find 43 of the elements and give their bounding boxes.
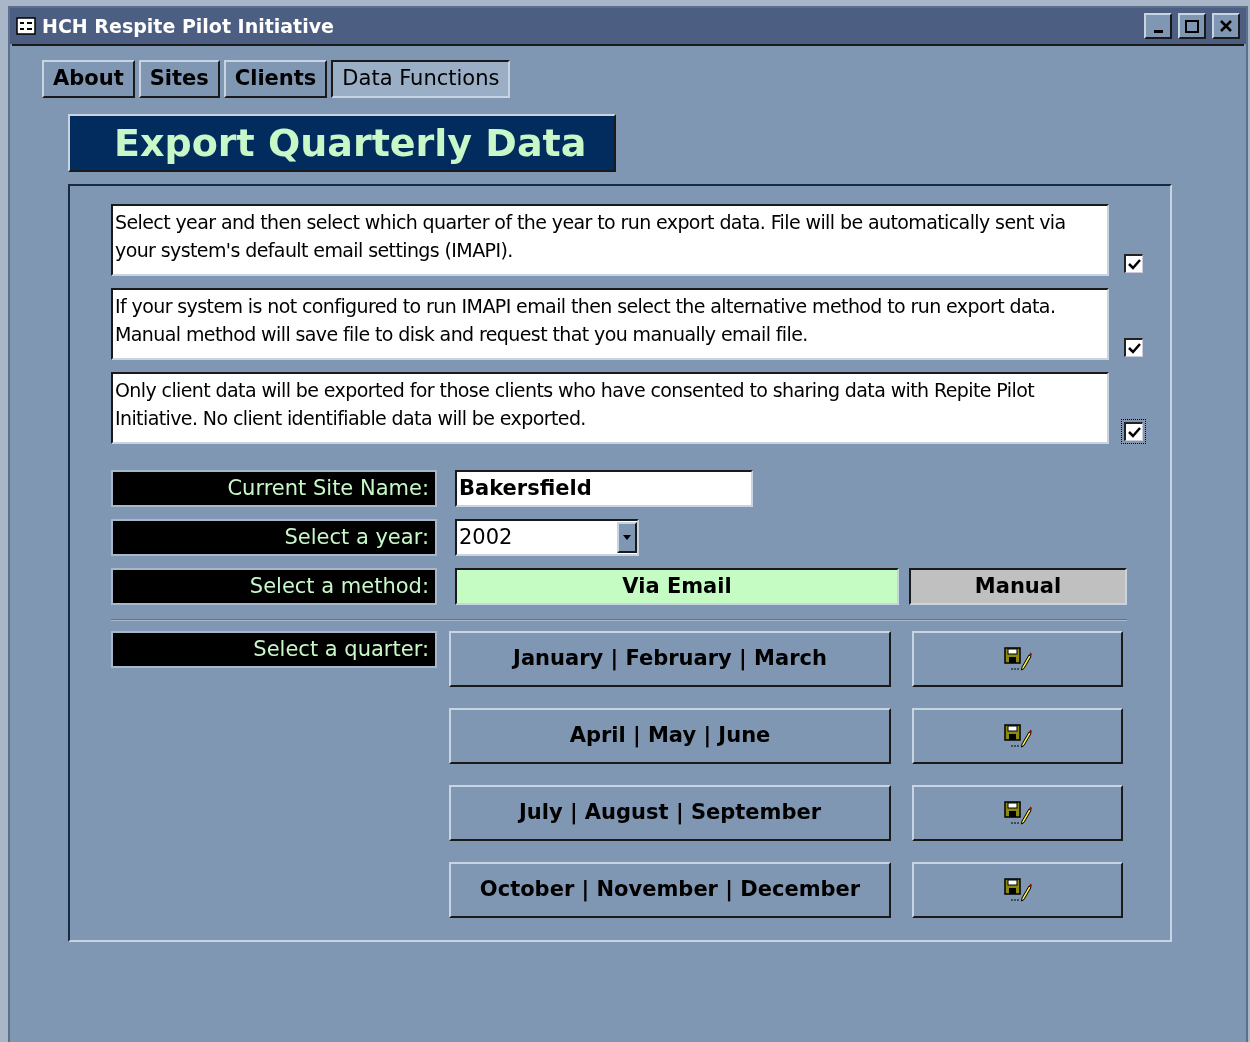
export-button[interactable]	[912, 862, 1123, 918]
close-icon	[1220, 20, 1232, 32]
checkmark-icon	[1127, 426, 1141, 438]
checkbox[interactable]	[1124, 254, 1143, 273]
checkmark-icon	[1127, 342, 1141, 354]
info-text: Select year and then select which quarter of the year to run export data. File will be automatically sent via your system's default email settings (IMAPI).	[111, 204, 1109, 276]
field-label: Select a method:	[111, 568, 437, 605]
save-edit-icon	[1003, 724, 1032, 748]
field-label: Select a quarter:	[111, 631, 437, 668]
minimize-button[interactable]	[1144, 13, 1172, 39]
page-heading: Export Quarterly Data	[68, 114, 616, 172]
save-edit-icon	[1003, 801, 1032, 825]
site-name-field[interactable]: Bakersfield	[455, 470, 753, 507]
tab[interactable]: About	[42, 60, 135, 98]
info-text: If your system is not configured to run IMAPI email then select the alternative method to run export data. Manual method will save file to disk and request that you manually email file.	[111, 288, 1109, 360]
year-dropdown[interactable]: 2002	[455, 519, 639, 556]
method-toggle[interactable]: Via Email	[455, 568, 899, 605]
info-text: Only client data will be exported for those clients who have consented to sharing data with Repite Pilot Initiative. No client identifiable data will be exported.	[111, 372, 1109, 444]
close-button[interactable]	[1212, 13, 1240, 39]
export-button[interactable]	[912, 708, 1123, 764]
form-icon	[16, 17, 36, 35]
quarter-button[interactable]: April | May | June	[449, 708, 891, 764]
window-title: HCH Respite Pilot Initiative	[42, 13, 334, 39]
checkbox[interactable]	[1124, 338, 1143, 357]
tab[interactable]: Sites	[138, 60, 220, 98]
save-edit-icon	[1003, 647, 1032, 671]
field-label: Select a year:	[111, 519, 437, 556]
field-label: Current Site Name:	[111, 470, 437, 507]
export-button[interactable]	[912, 631, 1123, 687]
tab[interactable]: Clients	[223, 60, 328, 98]
quarter-button[interactable]: January | February | March	[449, 631, 891, 687]
maximize-button[interactable]	[1178, 13, 1206, 39]
quarter-button[interactable]: October | November | December	[449, 862, 891, 918]
maximize-icon	[1185, 19, 1199, 33]
checkmark-icon	[1127, 258, 1141, 270]
export-button[interactable]	[912, 785, 1123, 841]
method-toggle[interactable]: Manual	[909, 568, 1127, 605]
tab[interactable]: Data Functions	[331, 60, 511, 98]
dropdown-arrow-icon	[623, 535, 631, 540]
minimize-icon	[1153, 29, 1163, 33]
quarter-button[interactable]: July | August | September	[449, 785, 891, 841]
save-edit-icon	[1003, 878, 1032, 902]
checkbox[interactable]	[1124, 422, 1143, 441]
